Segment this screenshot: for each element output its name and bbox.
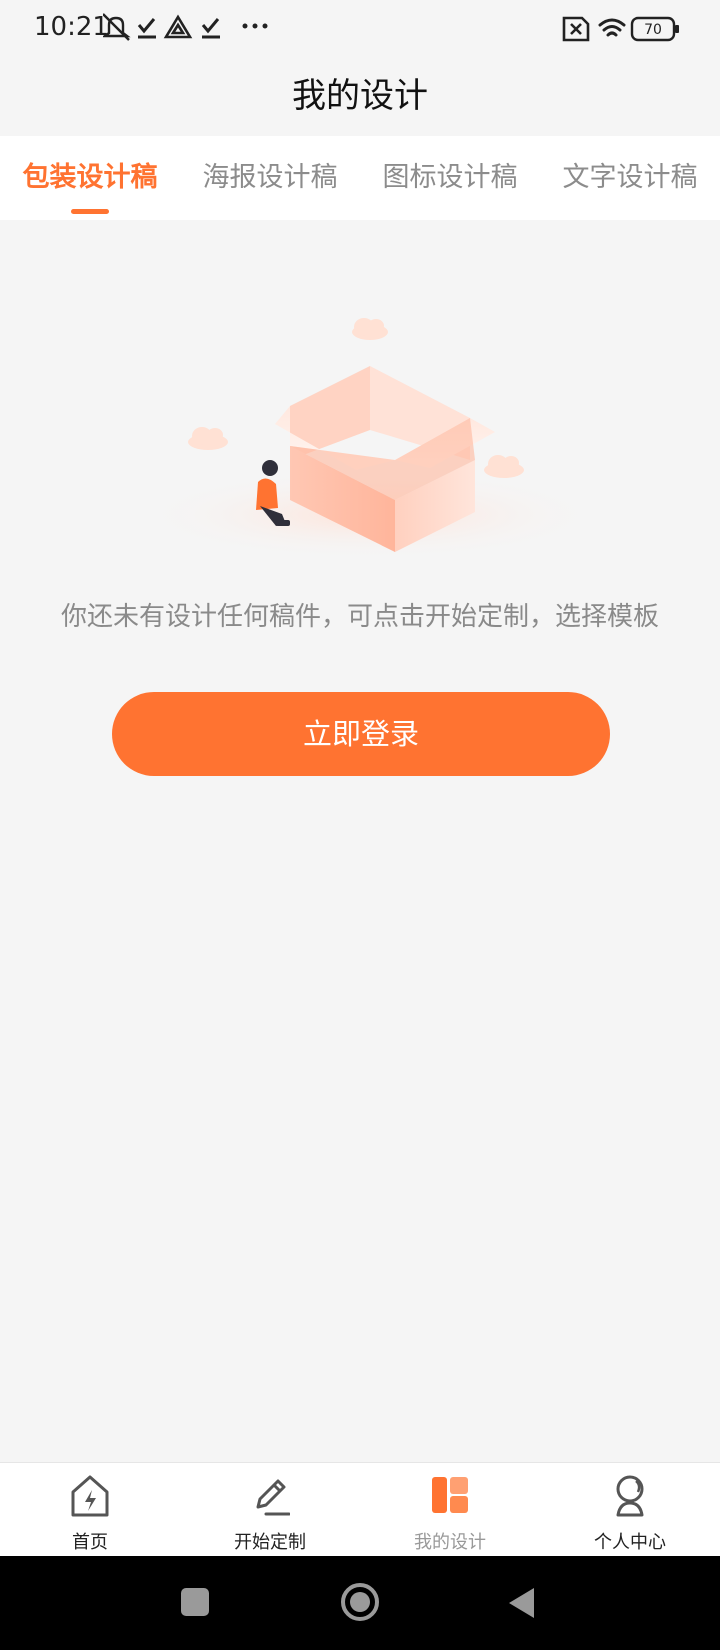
sim-x-icon <box>562 16 590 42</box>
back-triangle-button[interactable] <box>506 1586 538 1620</box>
nav-start-customizing[interactable]: 开始定制 <box>180 1463 360 1557</box>
home-circle-button[interactable] <box>340 1582 380 1622</box>
nav-label: 首页 <box>72 1532 108 1553</box>
battery-icon: 70 <box>630 16 679 42</box>
bottom-nav: 首页 开始定制 我的设计 个人中心 <box>0 1462 720 1557</box>
user-icon <box>616 1475 644 1517</box>
tab-text-designs[interactable]: 文字设计稿 <box>540 136 720 220</box>
nav-label: 开始定制 <box>234 1532 306 1553</box>
page-title: 我的设计 <box>292 76 428 116</box>
check-icon <box>201 18 220 39</box>
status-bar: 10:21 70 <box>0 0 720 56</box>
nav-my-designs[interactable]: 我的设计 <box>360 1463 540 1557</box>
system-nav-bar <box>0 1556 720 1650</box>
cloud-icon <box>188 427 228 450</box>
design-grid-icon <box>432 1477 468 1513</box>
tab-icon-designs[interactable]: 图标设计稿 <box>360 136 540 220</box>
header: 我的设计 <box>0 56 720 136</box>
tab-label: 海报设计稿 <box>202 162 338 193</box>
battery-level: 70 <box>644 22 662 38</box>
more-icon <box>242 23 268 29</box>
nav-label: 我的设计 <box>414 1532 486 1553</box>
login-button[interactable]: 立即登录 <box>112 692 610 776</box>
app-icon <box>163 14 193 39</box>
tab-bar: 包装设计稿 海报设计稿 图标设计稿 文字设计稿 <box>0 136 720 220</box>
recent-apps-button[interactable] <box>180 1587 210 1617</box>
cloud-icon <box>484 455 524 478</box>
mute-icon <box>103 13 131 41</box>
wifi-icon <box>598 18 626 37</box>
nav-label: 个人中心 <box>594 1532 666 1553</box>
tab-label: 包装设计稿 <box>22 162 158 193</box>
status-left-icons <box>103 13 268 41</box>
status-right-icons: 70 <box>562 16 679 42</box>
nav-home[interactable]: 首页 <box>0 1463 180 1557</box>
tab-label: 图标设计稿 <box>382 162 518 193</box>
empty-box-illustration <box>140 318 600 560</box>
tab-packaging-designs[interactable]: 包装设计稿 <box>0 136 180 220</box>
cloud-icon <box>352 318 388 340</box>
tab-active-indicator <box>71 209 109 214</box>
home-icon <box>71 1475 109 1517</box>
status-time: 10:21 <box>34 12 109 42</box>
tab-poster-designs[interactable]: 海报设计稿 <box>180 136 360 220</box>
empty-state-message: 你还未有设计任何稿件，可点击开始定制，选择模板 <box>60 602 659 632</box>
tab-label: 文字设计稿 <box>562 162 698 193</box>
pencil-icon <box>256 1479 290 1516</box>
check-icon <box>137 18 156 39</box>
nav-personal-center[interactable]: 个人中心 <box>540 1463 720 1557</box>
